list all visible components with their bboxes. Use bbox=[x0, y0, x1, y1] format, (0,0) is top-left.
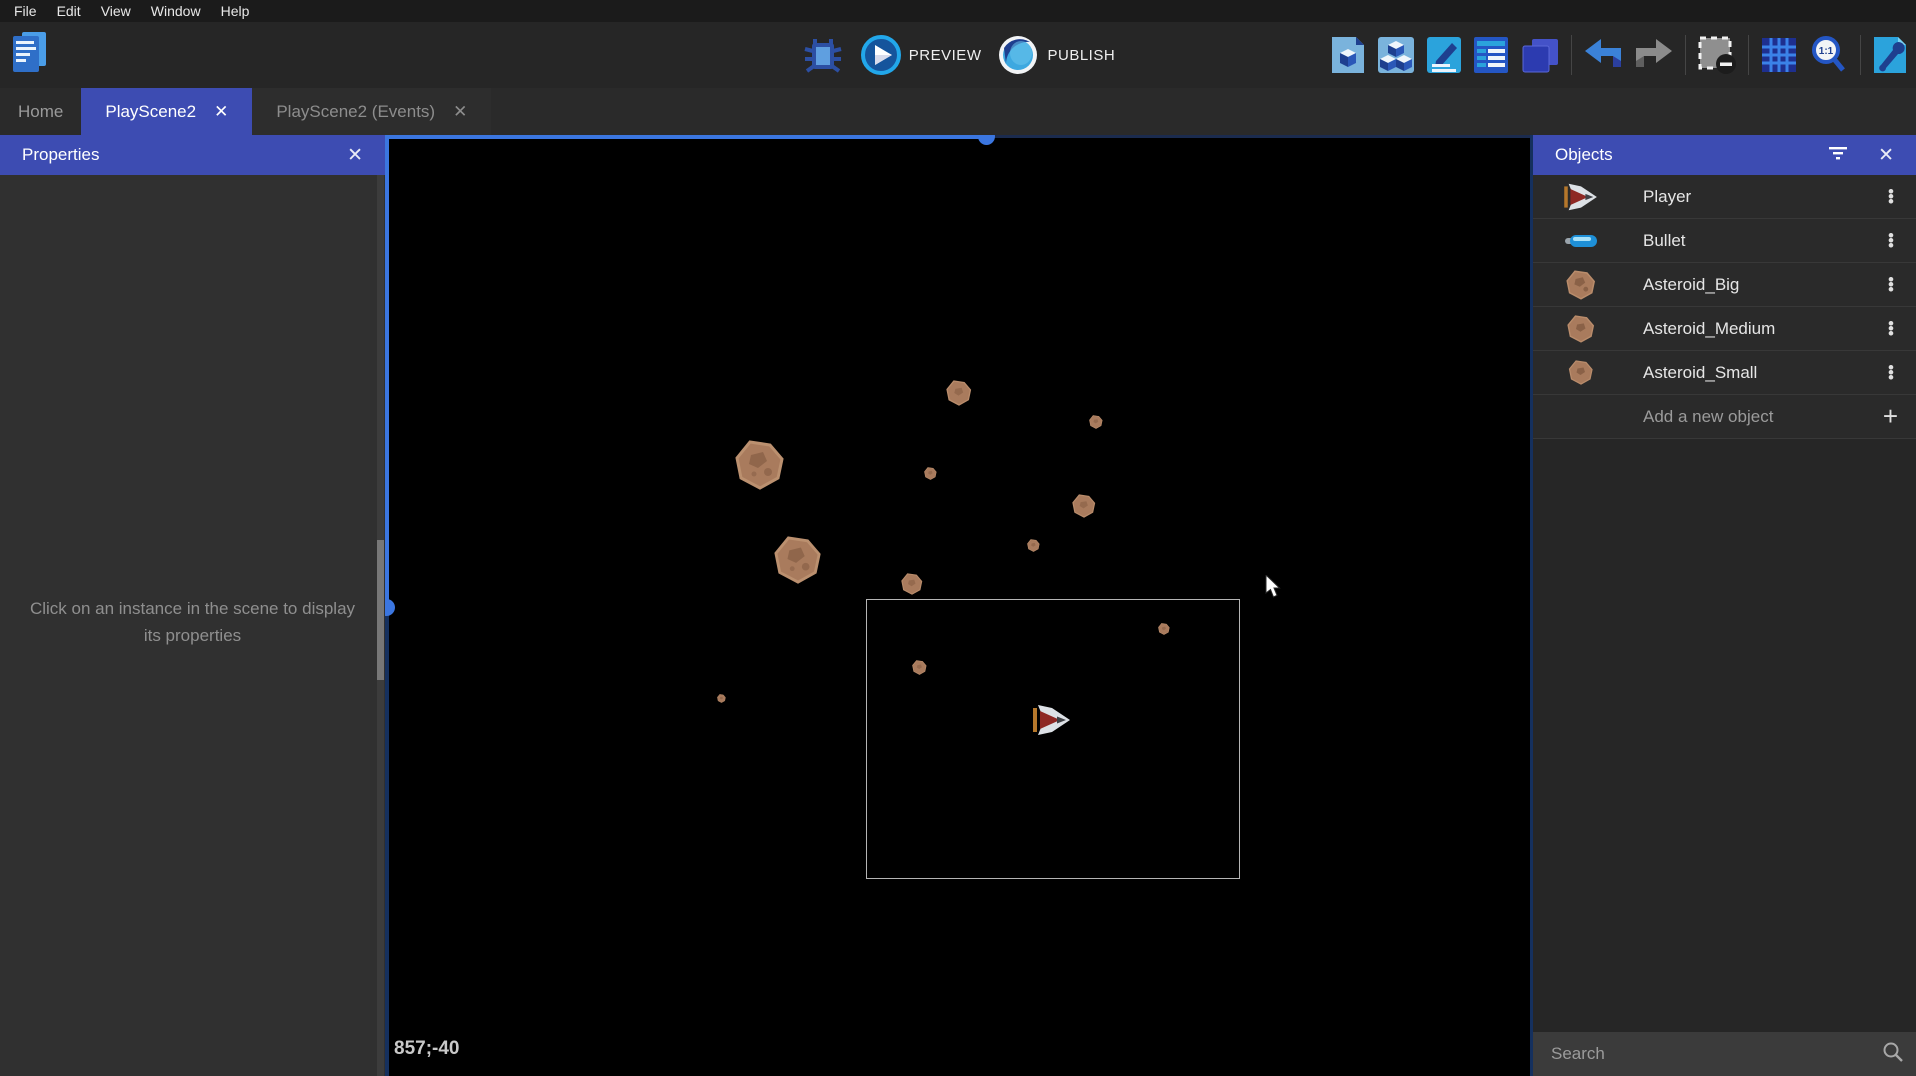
tab-close-icon[interactable]: ✕ bbox=[214, 103, 228, 120]
properties-title: Properties bbox=[22, 145, 99, 165]
object-row-asteroid-small[interactable]: Asteroid_Small ••• bbox=[1533, 351, 1916, 395]
object-label: Asteroid_Small bbox=[1603, 363, 1880, 383]
properties-empty-hint: Click on an instance in the scene to dis… bbox=[0, 595, 385, 649]
tab-home-label: Home bbox=[18, 102, 63, 122]
tab-playscene2-events-label: PlayScene2 (Events) bbox=[276, 102, 435, 122]
mouse-cursor-icon bbox=[1265, 575, 1283, 604]
close-icon[interactable]: ✕ bbox=[1874, 144, 1898, 167]
asteroid-instance[interactable] bbox=[717, 690, 726, 708]
asteroid-instance[interactable] bbox=[901, 573, 923, 600]
zoom-1-1-icon[interactable]: 1:1 bbox=[1809, 35, 1849, 75]
add-object-row[interactable]: Add a new object + bbox=[1533, 395, 1916, 439]
toolbar-separator bbox=[1860, 35, 1861, 75]
tab-playscene2-label: PlayScene2 bbox=[105, 102, 196, 122]
menu-item-edit[interactable]: Edit bbox=[47, 0, 91, 22]
add-object-label: Add a new object bbox=[1559, 407, 1883, 427]
publish-label: PUBLISH bbox=[1047, 47, 1115, 64]
objects-panel-header: Objects ✕ bbox=[1533, 135, 1916, 175]
toolbar-separator bbox=[1748, 35, 1749, 75]
asteroid-instance[interactable] bbox=[1089, 415, 1103, 434]
objects-title: Objects bbox=[1555, 145, 1613, 165]
object-row-asteroid-big[interactable]: Asteroid_Big ••• bbox=[1533, 263, 1916, 307]
object-row-asteroid-medium[interactable]: Asteroid_Medium ••• bbox=[1533, 307, 1916, 351]
menu-item-view[interactable]: View bbox=[91, 0, 141, 22]
menu-bar: File Edit View Window Help bbox=[0, 0, 1916, 22]
tab-playscene2[interactable]: PlayScene2 ✕ bbox=[81, 88, 252, 135]
border-handle-left[interactable] bbox=[385, 599, 395, 616]
asteroid-instance[interactable] bbox=[946, 380, 972, 411]
bullet-icon bbox=[1559, 234, 1603, 248]
svg-text:1:1: 1:1 bbox=[1819, 46, 1834, 57]
toolbar: PREVIEW PUBLISH bbox=[0, 22, 1916, 88]
asteroid-instance[interactable] bbox=[924, 467, 937, 485]
border-handle-top[interactable] bbox=[978, 135, 995, 145]
toolbar-separator bbox=[1685, 35, 1686, 75]
object-label: Bullet bbox=[1603, 231, 1880, 251]
plus-icon[interactable]: + bbox=[1883, 401, 1898, 432]
close-icon[interactable]: ✕ bbox=[343, 144, 367, 167]
asteroid-instance[interactable] bbox=[1072, 494, 1096, 523]
object-menu-icon[interactable]: ••• bbox=[1880, 277, 1902, 292]
objects-cubes-icon[interactable] bbox=[1377, 35, 1415, 75]
object-label: Asteroid_Medium bbox=[1603, 319, 1880, 339]
menu-item-file[interactable]: File bbox=[4, 0, 47, 22]
player-instance[interactable] bbox=[1032, 703, 1072, 742]
asteroid-instance[interactable] bbox=[912, 660, 927, 680]
asteroid-icon bbox=[1559, 360, 1603, 385]
tab-bar: Home PlayScene2 ✕ PlayScene2 (Events) ✕ bbox=[0, 88, 1916, 135]
object-menu-icon[interactable]: ••• bbox=[1880, 233, 1902, 248]
redo-icon[interactable] bbox=[1634, 37, 1674, 73]
publish-globe-icon bbox=[997, 34, 1039, 76]
export-file-icon[interactable] bbox=[1330, 35, 1366, 75]
object-menu-icon[interactable]: ••• bbox=[1880, 189, 1902, 204]
asteroid-icon bbox=[1559, 270, 1603, 300]
scene-canvas[interactable]: 857;-40 bbox=[385, 135, 1533, 1076]
tab-home[interactable]: Home bbox=[0, 88, 81, 135]
publish-button[interactable]: PUBLISH bbox=[997, 34, 1115, 76]
object-search-bar bbox=[1533, 1032, 1916, 1076]
layers-icon[interactable] bbox=[1520, 35, 1560, 75]
undo-icon[interactable] bbox=[1583, 37, 1623, 73]
tab-close-icon[interactable]: ✕ bbox=[453, 103, 467, 120]
cursor-coordinates: 857;-40 bbox=[394, 1038, 460, 1060]
grid-icon[interactable] bbox=[1760, 36, 1798, 74]
tab-playscene2-events[interactable]: PlayScene2 (Events) ✕ bbox=[252, 88, 491, 135]
object-label: Player bbox=[1603, 187, 1880, 207]
asteroid-instance[interactable] bbox=[1027, 539, 1040, 557]
asteroid-instance[interactable] bbox=[774, 536, 822, 589]
menu-item-window[interactable]: Window bbox=[141, 0, 211, 22]
search-input[interactable] bbox=[1551, 1044, 1882, 1064]
edit-scene-icon[interactable] bbox=[1426, 35, 1462, 75]
object-label: Asteroid_Big bbox=[1603, 275, 1880, 295]
preview-label: PREVIEW bbox=[909, 47, 982, 64]
setup-grid-icon[interactable] bbox=[1872, 35, 1908, 75]
scene-properties-icon[interactable] bbox=[1473, 35, 1509, 75]
scrollbar-thumb[interactable] bbox=[377, 540, 384, 680]
asteroid-instance[interactable] bbox=[1158, 622, 1170, 640]
debug-icon[interactable] bbox=[801, 33, 845, 77]
asteroid-icon bbox=[1559, 315, 1603, 343]
game-window-border-top bbox=[385, 135, 989, 139]
asteroid-instance[interactable] bbox=[735, 440, 785, 495]
toolbar-separator bbox=[1571, 35, 1572, 75]
object-row-player[interactable]: Player ••• bbox=[1533, 175, 1916, 219]
objects-panel: Objects ✕ Player ••• bbox=[1533, 135, 1916, 1076]
filter-icon[interactable] bbox=[1828, 145, 1848, 165]
object-row-bullet[interactable]: Bullet ••• bbox=[1533, 219, 1916, 263]
preview-play-icon bbox=[861, 35, 901, 75]
properties-panel-header: Properties ✕ bbox=[0, 135, 385, 175]
deselect-all-icon[interactable] bbox=[1697, 35, 1737, 75]
properties-panel: Properties ✕ Click on an instance in the… bbox=[0, 135, 385, 1076]
player-ship-icon bbox=[1559, 182, 1603, 212]
object-menu-icon[interactable]: ••• bbox=[1880, 321, 1902, 336]
object-menu-icon[interactable]: ••• bbox=[1880, 365, 1902, 380]
menu-item-help[interactable]: Help bbox=[211, 0, 260, 22]
game-window-border-top-dark bbox=[989, 135, 1533, 138]
search-icon bbox=[1882, 1041, 1904, 1068]
game-window-border-left-dark bbox=[385, 607, 389, 1076]
game-window-border-left bbox=[385, 135, 389, 607]
preview-button[interactable]: PREVIEW bbox=[861, 35, 982, 75]
